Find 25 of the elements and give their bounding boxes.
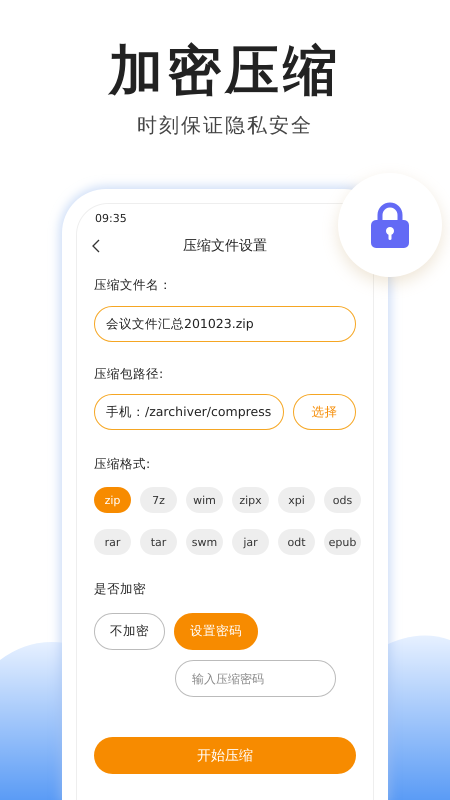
field-label: 压缩包路径: bbox=[94, 366, 164, 383]
field-label: 压缩文件名： bbox=[94, 277, 173, 294]
format-chip[interactable]: xpi bbox=[278, 487, 315, 513]
field-label: 压缩格式: bbox=[94, 456, 152, 473]
format-chip[interactable]: tar bbox=[140, 529, 177, 555]
screen-title: 压缩文件设置 bbox=[183, 237, 267, 255]
format-chip[interactable]: epub bbox=[324, 529, 361, 555]
format-chip[interactable]: swm bbox=[186, 529, 223, 555]
path-field[interactable]: 手机：/zarchiver/compress bbox=[94, 394, 284, 430]
format-chip[interactable]: ods bbox=[324, 487, 361, 513]
encryption-option[interactable]: 不加密 bbox=[94, 613, 165, 650]
password-field[interactable]: 输入压缩密码 bbox=[175, 660, 336, 697]
status-time: 09:35 bbox=[95, 212, 127, 225]
format-chip[interactable]: jar bbox=[232, 529, 269, 555]
format-chip[interactable]: wim bbox=[186, 487, 223, 513]
headline: 加密压缩 bbox=[109, 40, 341, 102]
filename-field[interactable]: 会议文件汇总201023.zip bbox=[94, 306, 356, 342]
field-label: 是否加密 bbox=[94, 581, 147, 598]
format-chip[interactable]: odt bbox=[278, 529, 315, 555]
lock-icon bbox=[371, 202, 409, 248]
format-chip[interactable]: rar bbox=[94, 529, 131, 555]
format-chip[interactable]: 7z bbox=[140, 487, 177, 513]
subtitle: 时刻保证隐私安全 bbox=[137, 112, 313, 139]
back-icon[interactable] bbox=[91, 239, 101, 253]
format-chip[interactable]: zipx bbox=[232, 487, 269, 513]
